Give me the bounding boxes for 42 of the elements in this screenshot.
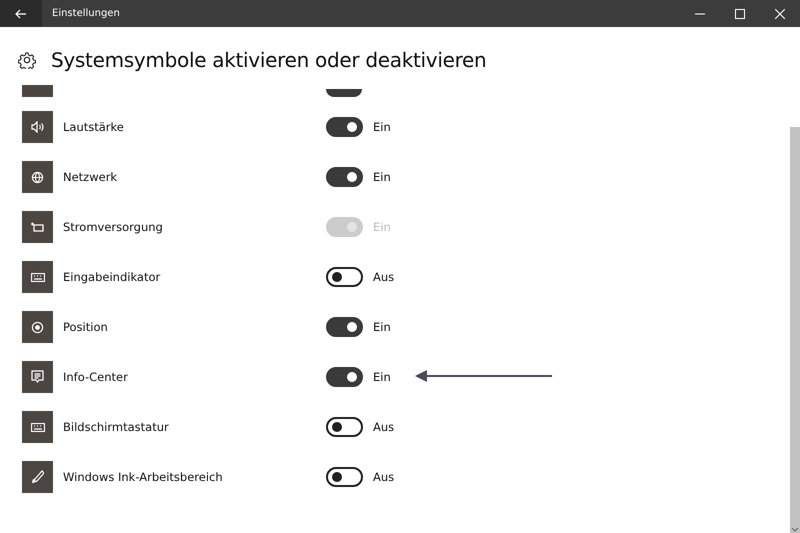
toggle-state: Aus bbox=[373, 420, 394, 434]
speaker-icon bbox=[30, 121, 44, 133]
toggle-switch[interactable] bbox=[326, 89, 362, 97]
battery-icon bbox=[30, 222, 45, 232]
scrollbar[interactable] bbox=[790, 127, 800, 533]
close-icon bbox=[775, 8, 785, 18]
pen-icon bbox=[31, 470, 44, 484]
back-arrow-icon bbox=[15, 8, 27, 18]
toggle-state: Aus bbox=[373, 270, 394, 284]
maximize-icon bbox=[735, 8, 745, 18]
setting-label: Info-Center bbox=[63, 370, 129, 384]
minimize-icon bbox=[695, 12, 705, 14]
chevron-down-icon[interactable] bbox=[791, 527, 799, 533]
globe-icon bbox=[31, 170, 44, 184]
setting-label: Windows Ink-Arbeitsbereich bbox=[63, 470, 224, 484]
window-title: Einstellungen bbox=[52, 8, 121, 19]
toggle-switch[interactable] bbox=[326, 317, 363, 337]
toggle-state: Aus bbox=[373, 470, 394, 484]
toggle-switch[interactable] bbox=[326, 367, 363, 387]
toggle-switch[interactable] bbox=[326, 417, 363, 437]
toggle-switch[interactable] bbox=[326, 167, 363, 187]
icon-tile bbox=[22, 85, 53, 97]
setting-label: Bildschirmtastatur bbox=[63, 420, 170, 434]
setting-label: Netzwerk bbox=[63, 170, 118, 184]
toggle-state: Ein bbox=[373, 370, 391, 384]
settings-icon bbox=[18, 51, 36, 69]
keyboard-icon bbox=[30, 422, 44, 432]
message-icon bbox=[31, 370, 44, 384]
toggle-state: Ein bbox=[373, 320, 391, 334]
toggle-state: Ein bbox=[373, 220, 391, 234]
toggle-switch[interactable] bbox=[326, 467, 363, 487]
toggle-state: Ein bbox=[373, 170, 391, 184]
setting-label: Eingabeindikator bbox=[63, 270, 162, 284]
keyboard-icon bbox=[30, 272, 44, 282]
setting-label: Lautstärke bbox=[63, 120, 125, 134]
location-icon bbox=[31, 320, 44, 334]
setting-label: Position bbox=[63, 320, 109, 334]
toggle-switch[interactable] bbox=[326, 117, 363, 137]
page-title: Systemsymbole aktivieren oder deaktivieren bbox=[51, 48, 486, 72]
toggle-state: Ein bbox=[373, 120, 391, 134]
setting-label: Stromversorgung bbox=[63, 220, 164, 234]
toggle-switch[interactable] bbox=[326, 267, 363, 287]
